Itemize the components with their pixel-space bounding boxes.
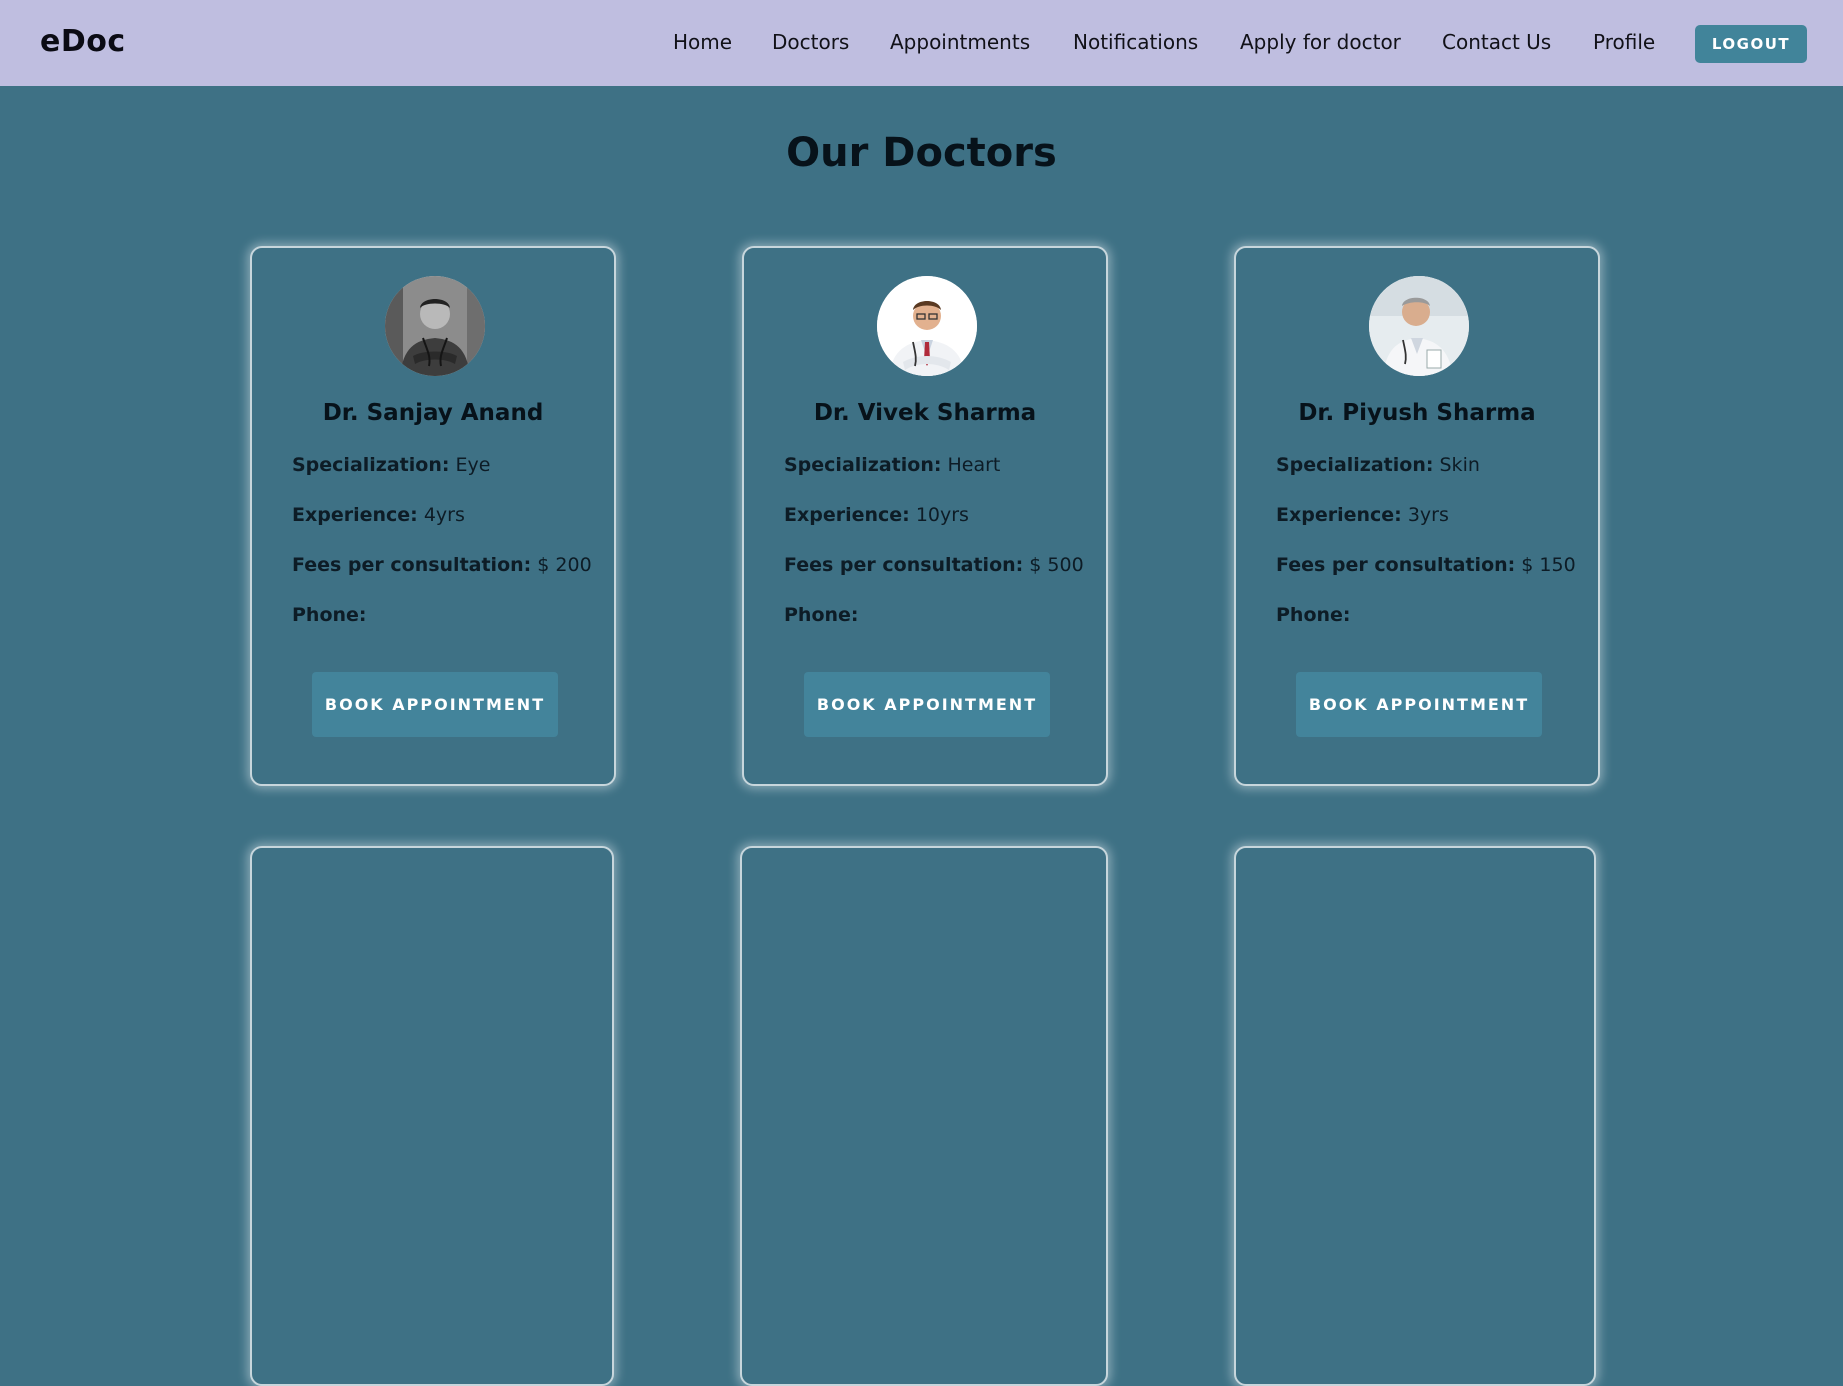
doctor-name: Dr. Vivek Sharma bbox=[813, 400, 1037, 426]
experience-row: Experience: 10yrs bbox=[784, 504, 969, 526]
nav-link-doctors[interactable]: Doctors bbox=[772, 30, 849, 54]
experience-value: 3yrs bbox=[1407, 504, 1449, 526]
fees-value: $ 500 bbox=[1029, 554, 1084, 576]
specialization-row: Specialization: Skin bbox=[1276, 454, 1480, 476]
nav-link-notifications[interactable]: Notifications bbox=[1073, 30, 1198, 54]
doctor-avatar bbox=[877, 276, 977, 376]
navbar: eDoc Home Doctors Appointments Notificat… bbox=[0, 0, 1843, 86]
nav-link-profile[interactable]: Profile bbox=[1593, 30, 1655, 54]
experience-value: 10yrs bbox=[915, 504, 969, 526]
doctor-card bbox=[740, 846, 1108, 1386]
doctor-name: Dr. Sanjay Anand bbox=[322, 400, 544, 426]
phone-row: Phone: bbox=[784, 604, 859, 626]
phone-label: Phone: bbox=[784, 604, 859, 626]
doctor-card: Dr. Piyush Sharma Specialization: Skin E… bbox=[1234, 246, 1600, 786]
specialization-value: Heart bbox=[947, 454, 1001, 476]
doctor-avatar bbox=[385, 276, 485, 376]
nav-link-home[interactable]: Home bbox=[673, 30, 732, 54]
fees-row: Fees per consultation: $ 200 bbox=[292, 554, 592, 576]
page-title: Our Doctors bbox=[786, 130, 1057, 176]
doctor-card bbox=[1234, 846, 1596, 1386]
brand-logo[interactable]: eDoc bbox=[40, 24, 126, 59]
experience-label: Experience: bbox=[1276, 504, 1402, 526]
phone-row: Phone: bbox=[292, 604, 367, 626]
phone-label: Phone: bbox=[1276, 604, 1351, 626]
doctor-avatar bbox=[1369, 276, 1469, 376]
specialization-label: Specialization: bbox=[784, 454, 942, 476]
specialization-label: Specialization: bbox=[1276, 454, 1434, 476]
specialization-label: Specialization: bbox=[292, 454, 450, 476]
fees-label: Fees per consultation: bbox=[292, 554, 532, 576]
doctor-card: Dr. Sanjay Anand Specialization: Eye Exp… bbox=[250, 246, 616, 786]
doctor-name: Dr. Piyush Sharma bbox=[1298, 400, 1536, 426]
doctor-card bbox=[250, 846, 614, 1386]
book-appointment-button[interactable]: BOOK APPOINTMENT bbox=[1296, 672, 1542, 737]
fees-row: Fees per consultation: $ 500 bbox=[784, 554, 1084, 576]
specialization-value: Eye bbox=[455, 454, 491, 476]
nav-link-contact-us[interactable]: Contact Us bbox=[1442, 30, 1551, 54]
fees-label: Fees per consultation: bbox=[1276, 554, 1516, 576]
doctor-card: Dr. Vivek Sharma Specialization: Heart E… bbox=[742, 246, 1108, 786]
experience-label: Experience: bbox=[292, 504, 418, 526]
specialization-row: Specialization: Heart bbox=[784, 454, 1000, 476]
specialization-value: Skin bbox=[1439, 454, 1480, 476]
experience-row: Experience: 3yrs bbox=[1276, 504, 1449, 526]
phone-row: Phone: bbox=[1276, 604, 1351, 626]
phone-label: Phone: bbox=[292, 604, 367, 626]
nav-link-apply-for-doctor[interactable]: Apply for doctor bbox=[1240, 30, 1401, 54]
specialization-row: Specialization: Eye bbox=[292, 454, 490, 476]
experience-row: Experience: 4yrs bbox=[292, 504, 465, 526]
fees-value: $ 200 bbox=[537, 554, 592, 576]
nav-link-appointments[interactable]: Appointments bbox=[890, 30, 1030, 54]
fees-row: Fees per consultation: $ 150 bbox=[1276, 554, 1576, 576]
fees-label: Fees per consultation: bbox=[784, 554, 1024, 576]
experience-value: 4yrs bbox=[423, 504, 465, 526]
fees-value: $ 150 bbox=[1521, 554, 1576, 576]
experience-label: Experience: bbox=[784, 504, 910, 526]
logout-button[interactable]: LOGOUT bbox=[1695, 25, 1807, 63]
book-appointment-button[interactable]: BOOK APPOINTMENT bbox=[804, 672, 1050, 737]
book-appointment-button[interactable]: BOOK APPOINTMENT bbox=[312, 672, 558, 737]
